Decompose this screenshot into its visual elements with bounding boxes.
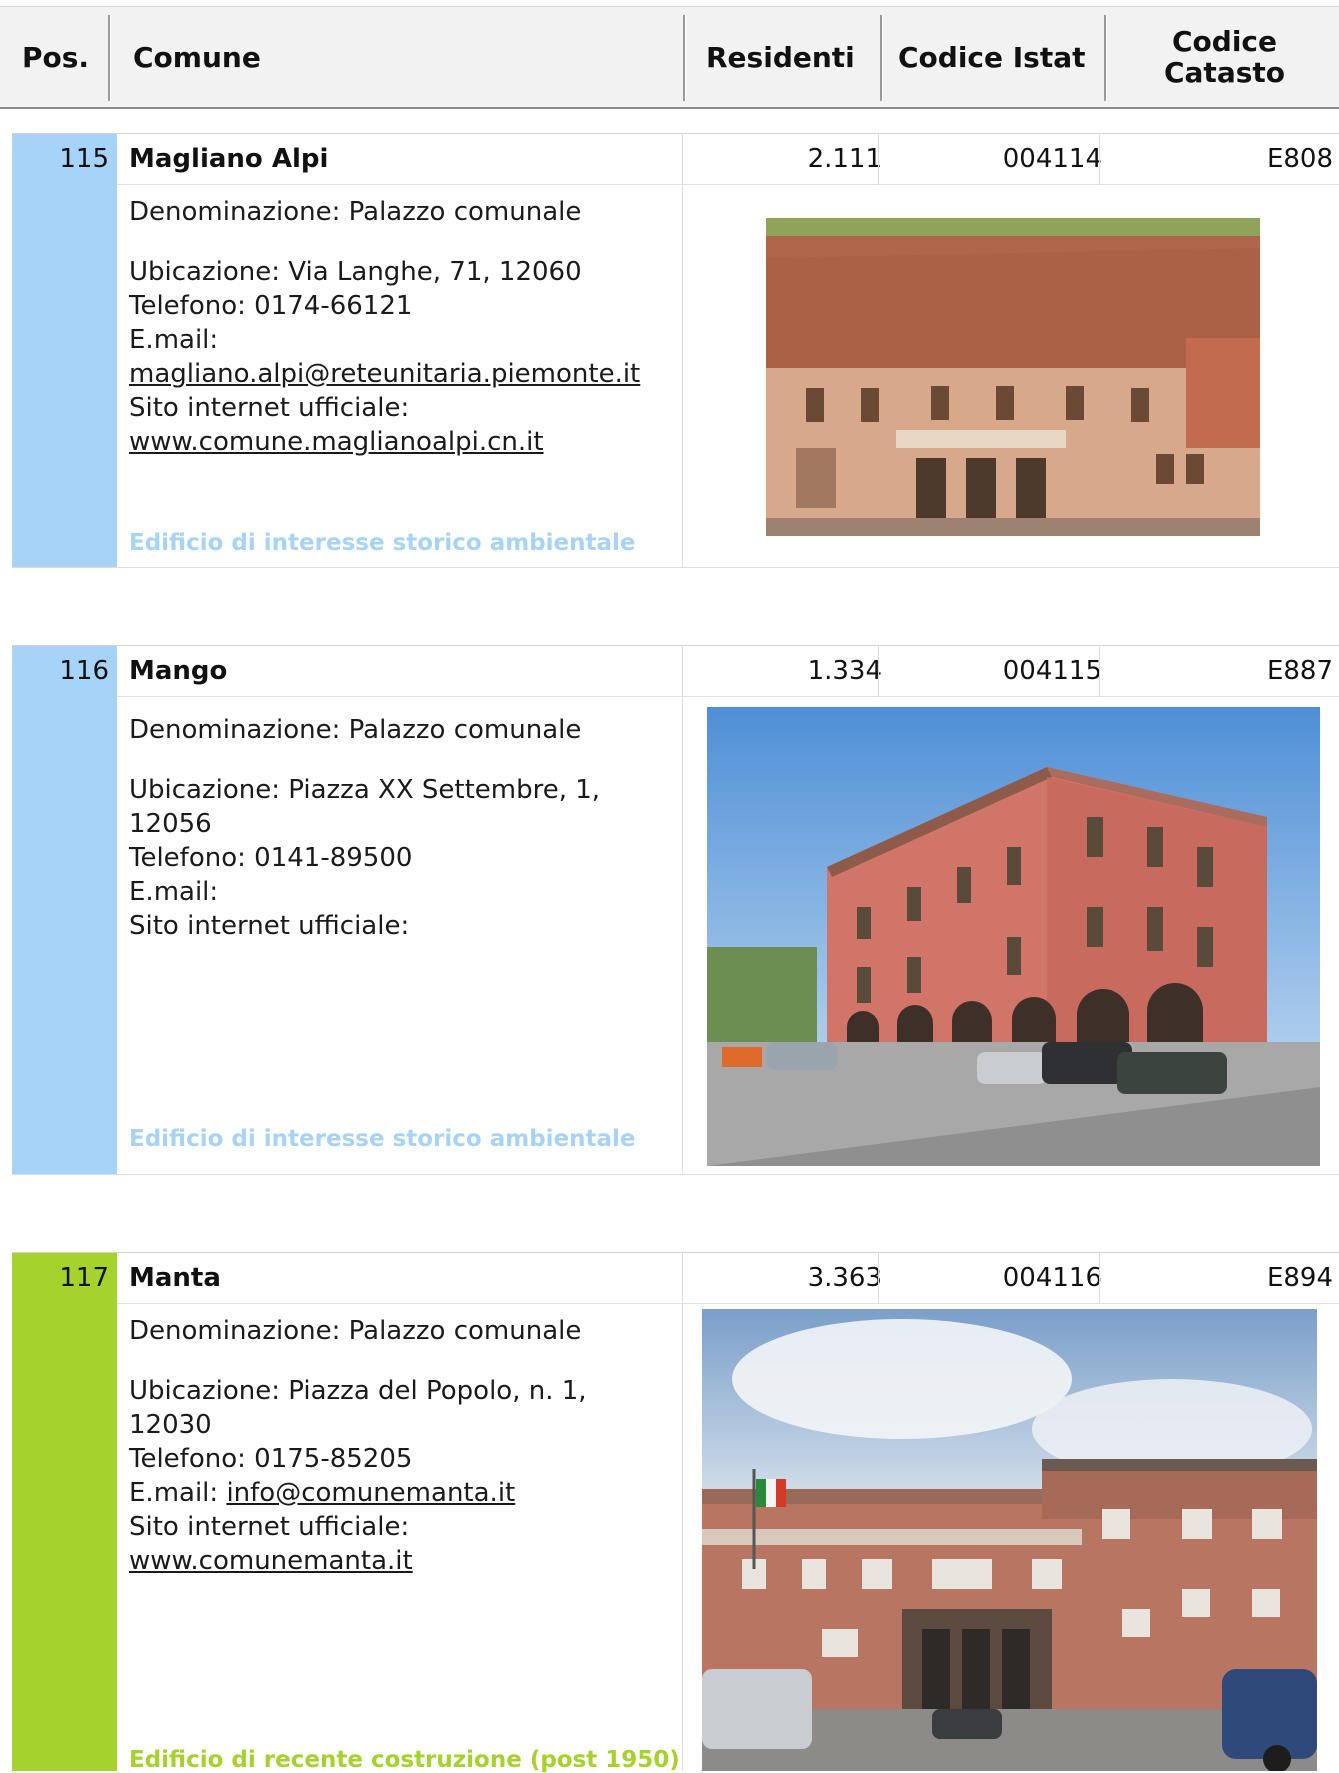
email-link[interactable]: info@comunemanta.it	[226, 1478, 515, 1508]
position-number: 116	[12, 646, 117, 698]
header-codice-catasto-line2: Catasto	[1163, 56, 1285, 89]
header-codice-catasto: Codice Catasto	[1108, 15, 1339, 99]
denominazione: Denominazione: Palazzo comunale	[129, 715, 582, 745]
column-divider	[878, 645, 879, 697]
telefono: Telefono: 0141-89500	[129, 843, 413, 873]
town-hall-photo	[702, 1309, 1317, 1771]
position-number: 115	[12, 134, 117, 186]
residenti-value: 3.363	[807, 1263, 882, 1293]
column-divider	[878, 133, 879, 185]
entry-bottom-border	[12, 1174, 1339, 1175]
entry-magliano-alpi: 115 Magliano Alpi 2.111 004114 E808 Deno…	[12, 133, 1339, 570]
sito-link[interactable]: www.comunemanta.it	[129, 1546, 413, 1576]
email-label: E.mail:	[129, 877, 219, 907]
header-divider	[880, 15, 883, 101]
header-pos: Pos.	[22, 40, 90, 74]
ubicazione: Ubicazione: Via Langhe, 71, 12060	[129, 257, 582, 287]
entry-summary-row: 115 Magliano Alpi 2.111 004114 E808	[12, 133, 1339, 186]
telefono: Telefono: 0174-66121	[129, 291, 413, 321]
codice-catasto-value: E887	[1266, 656, 1333, 686]
sito-label: Sito internet ufficiale:	[129, 393, 410, 423]
header-divider	[1104, 15, 1107, 101]
category-color-band	[12, 185, 117, 567]
ubicazione: Ubicazione: Piazza XX Settembre, 1,	[129, 775, 601, 805]
ubicazione: Ubicazione: Piazza del Popolo, n. 1,	[129, 1376, 587, 1406]
entry-details: Denominazione: Palazzo comunale Ubicazio…	[129, 1314, 689, 1578]
residenti-value: 1.334	[807, 656, 882, 686]
building-category: Edificio di interesse storico ambientale	[129, 1126, 636, 1152]
email-label: E.mail:	[129, 1478, 227, 1508]
header-comune: Comune	[133, 40, 261, 74]
category-color-band	[12, 697, 117, 1174]
denominazione: Denominazione: Palazzo comunale	[129, 1316, 582, 1346]
comune-name: Manta	[129, 1263, 221, 1293]
sito-link[interactable]: www.comune.maglianoalpi.cn.it	[129, 427, 544, 457]
column-divider	[878, 1252, 879, 1304]
codice-catasto-value: E894	[1266, 1263, 1333, 1293]
telefono: Telefono: 0175-85205	[129, 1444, 413, 1474]
header-codice-istat: Codice Istat	[898, 40, 1086, 74]
email-link[interactable]: magliano.alpi@reteunitaria.piemonte.it	[129, 359, 640, 389]
entry-details: Denominazione: Palazzo comunale Ubicazio…	[129, 713, 689, 943]
town-hall-photo	[766, 218, 1260, 536]
column-divider	[1099, 645, 1100, 697]
header-divider	[683, 15, 686, 101]
entry-summary-row: 117 Manta 3.363 004116 E894	[12, 1252, 1339, 1305]
comune-name: Mango	[129, 656, 228, 686]
entry-bottom-border	[12, 567, 1339, 568]
town-hall-photo	[707, 707, 1320, 1166]
header-residenti: Residenti	[706, 40, 855, 74]
position-number: 117	[12, 1253, 117, 1305]
entry-mango: 116 Mango 1.334 004115 E887 Denominazion…	[12, 645, 1339, 1175]
email-label: E.mail:	[129, 325, 219, 355]
codice-catasto-value: E808	[1266, 144, 1333, 174]
ubicazione-cap: 12030	[129, 1410, 212, 1440]
building-category: Edificio di recente costruzione (post 19…	[129, 1747, 680, 1773]
codice-istat-value: 004114	[1002, 144, 1102, 174]
sito-label: Sito internet ufficiale:	[129, 1512, 410, 1542]
category-color-band	[12, 1304, 117, 1771]
building-category: Edificio di interesse storico ambientale	[129, 530, 636, 556]
codice-istat-value: 004115	[1002, 656, 1102, 686]
entry-manta: 117 Manta 3.363 004116 E894 Denominazion…	[12, 1252, 1339, 1773]
codice-istat-value: 004116	[1002, 1263, 1102, 1293]
entry-summary-row: 116 Mango 1.334 004115 E887	[12, 645, 1339, 698]
ubicazione-cap: 12056	[129, 809, 212, 839]
denominazione: Denominazione: Palazzo comunale	[129, 197, 582, 227]
comune-name: Magliano Alpi	[129, 144, 329, 174]
column-divider	[1099, 1252, 1100, 1304]
header-codice-catasto-line1: Codice	[1171, 25, 1277, 58]
residenti-value: 2.111	[807, 144, 882, 174]
entry-details: Denominazione: Palazzo comunale Ubicazio…	[129, 195, 689, 459]
column-divider	[1099, 133, 1100, 185]
header-divider	[108, 15, 111, 101]
sito-label: Sito internet ufficiale:	[129, 911, 410, 941]
table-header: Pos. Comune Residenti Codice Istat Codic…	[0, 6, 1339, 109]
